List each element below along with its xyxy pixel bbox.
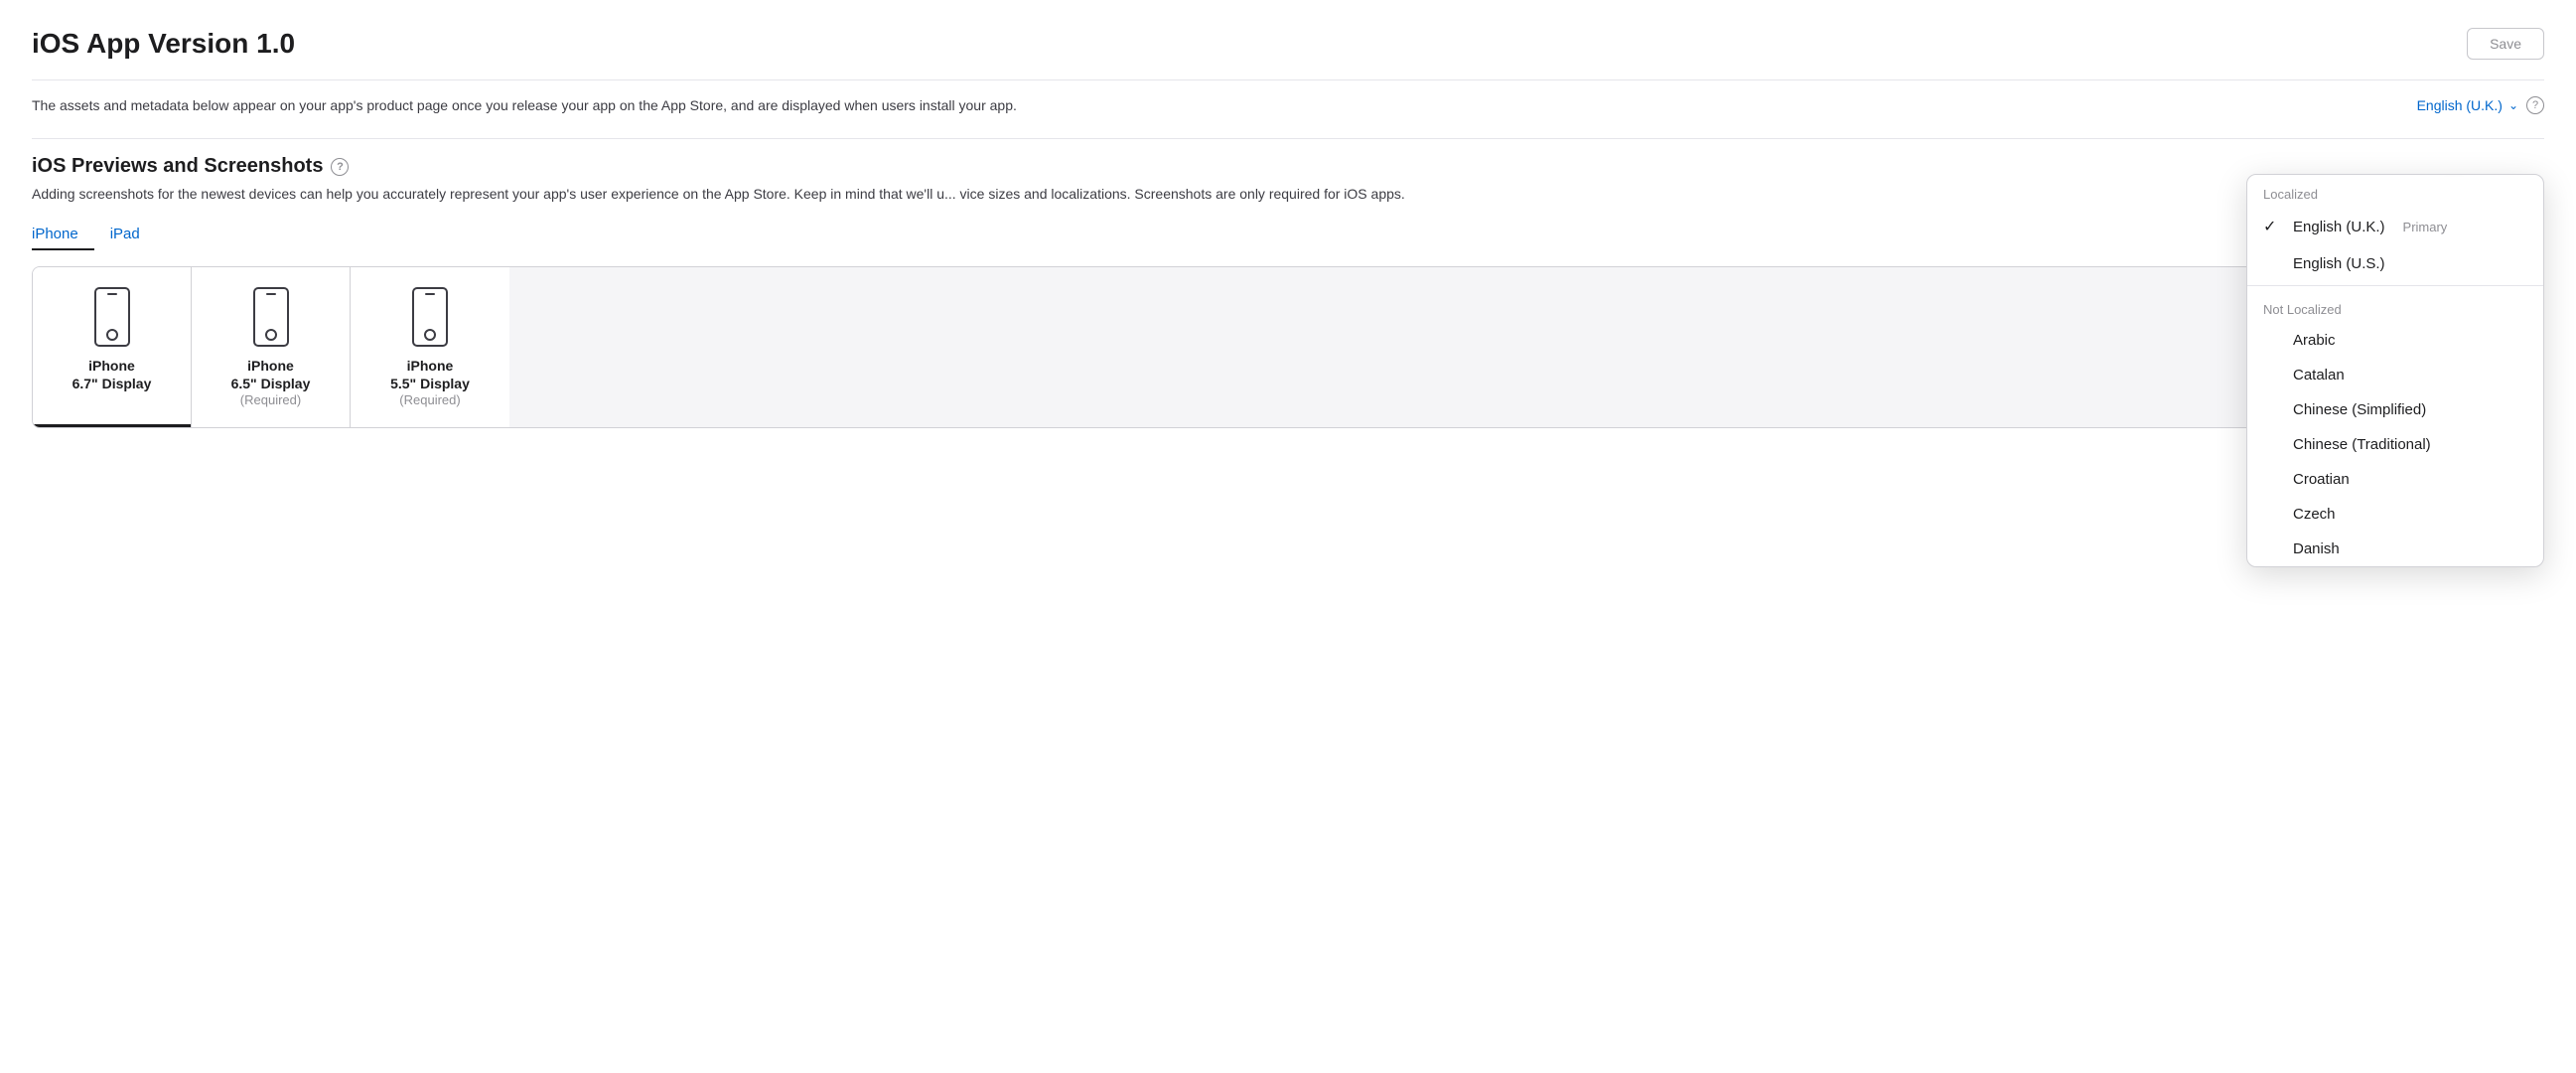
dropdown-item-danish[interactable]: Danish	[2247, 532, 2543, 566]
language-chinese-traditional: Chinese (Traditional)	[2293, 436, 2431, 453]
dropdown-item-english-uk[interactable]: ✓ English (U.K.) Primary	[2247, 208, 2543, 245]
language-english-us: English (U.S.)	[2293, 255, 2385, 272]
phone-icon-65	[253, 287, 289, 347]
device-panel-67[interactable]: iPhone 6.7" Display	[33, 267, 192, 427]
device-tabs: iPhone iPad	[32, 218, 2544, 250]
dropdown-divider	[2247, 285, 2543, 286]
section-title: iOS Previews and Screenshots ?	[32, 155, 2544, 178]
section-divider	[32, 138, 2544, 139]
dropdown-arrow	[2444, 174, 2464, 175]
language-english-uk: English (U.K.)	[2293, 219, 2385, 235]
page-header: iOS App Version 1.0 Save	[32, 28, 2544, 60]
language-czech: Czech	[2293, 506, 2336, 523]
device-panel-55[interactable]: iPhone 5.5" Display (Required)	[351, 267, 509, 427]
tab-ipad[interactable]: iPad	[110, 218, 156, 250]
device-panels: iPhone 6.7" Display iPhone 6.5" Display …	[32, 266, 2544, 428]
language-selector[interactable]: English (U.K.) ⌄	[2417, 97, 2518, 113]
section-help-icon[interactable]: ?	[331, 158, 349, 176]
header-divider	[32, 79, 2544, 80]
primary-badge: Primary	[2403, 220, 2448, 234]
device-panel-65[interactable]: iPhone 6.5" Display (Required)	[192, 267, 351, 427]
check-icon: ✓	[2263, 217, 2283, 236]
language-arabic: Arabic	[2293, 332, 2336, 349]
language-danish: Danish	[2293, 540, 2340, 557]
device-name-65: iPhone 6.5" Display	[231, 357, 311, 392]
language-help-icon[interactable]: ?	[2526, 96, 2544, 114]
dropdown-item-chinese-simplified[interactable]: Chinese (Simplified)	[2247, 392, 2543, 427]
device-name-55: iPhone 5.5" Display	[390, 357, 470, 392]
page-container: iOS App Version 1.0 Save The assets and …	[0, 0, 2576, 428]
language-dropdown: Localized ✓ English (U.K.) Primary Engli…	[2246, 174, 2544, 567]
language-chinese-simplified: Chinese (Simplified)	[2293, 401, 2426, 418]
page-title: iOS App Version 1.0	[32, 28, 295, 60]
dropdown-item-croatian[interactable]: Croatian	[2247, 462, 2543, 497]
language-catalan: Catalan	[2293, 367, 2345, 383]
dropdown-item-english-us[interactable]: English (U.S.)	[2247, 245, 2543, 281]
device-subtitle-55: (Required)	[399, 392, 460, 407]
device-subtitle-65: (Required)	[240, 392, 301, 407]
description-bar: The assets and metadata below appear on …	[32, 96, 2544, 114]
dropdown-item-czech[interactable]: Czech	[2247, 497, 2543, 532]
dropdown-item-chinese-traditional[interactable]: Chinese (Traditional)	[2247, 427, 2543, 462]
section-description: Adding screenshots for the newest device…	[32, 186, 1790, 202]
phone-icon-67	[94, 287, 130, 347]
phone-icon-55	[412, 287, 448, 347]
description-text: The assets and metadata below appear on …	[32, 97, 2401, 113]
check-placeholder	[2263, 254, 2283, 272]
not-localized-section-label: Not Localized	[2247, 290, 2543, 323]
tab-iphone[interactable]: iPhone	[32, 218, 94, 250]
chevron-down-icon: ⌄	[2508, 98, 2518, 112]
save-button[interactable]: Save	[2467, 28, 2544, 60]
device-name-67: iPhone 6.7" Display	[72, 357, 152, 392]
language-label: English (U.K.)	[2417, 97, 2503, 113]
language-croatian: Croatian	[2293, 471, 2350, 488]
dropdown-item-catalan[interactable]: Catalan	[2247, 358, 2543, 392]
dropdown-item-arabic[interactable]: Arabic	[2247, 323, 2543, 358]
localized-section-label: Localized	[2247, 175, 2543, 208]
